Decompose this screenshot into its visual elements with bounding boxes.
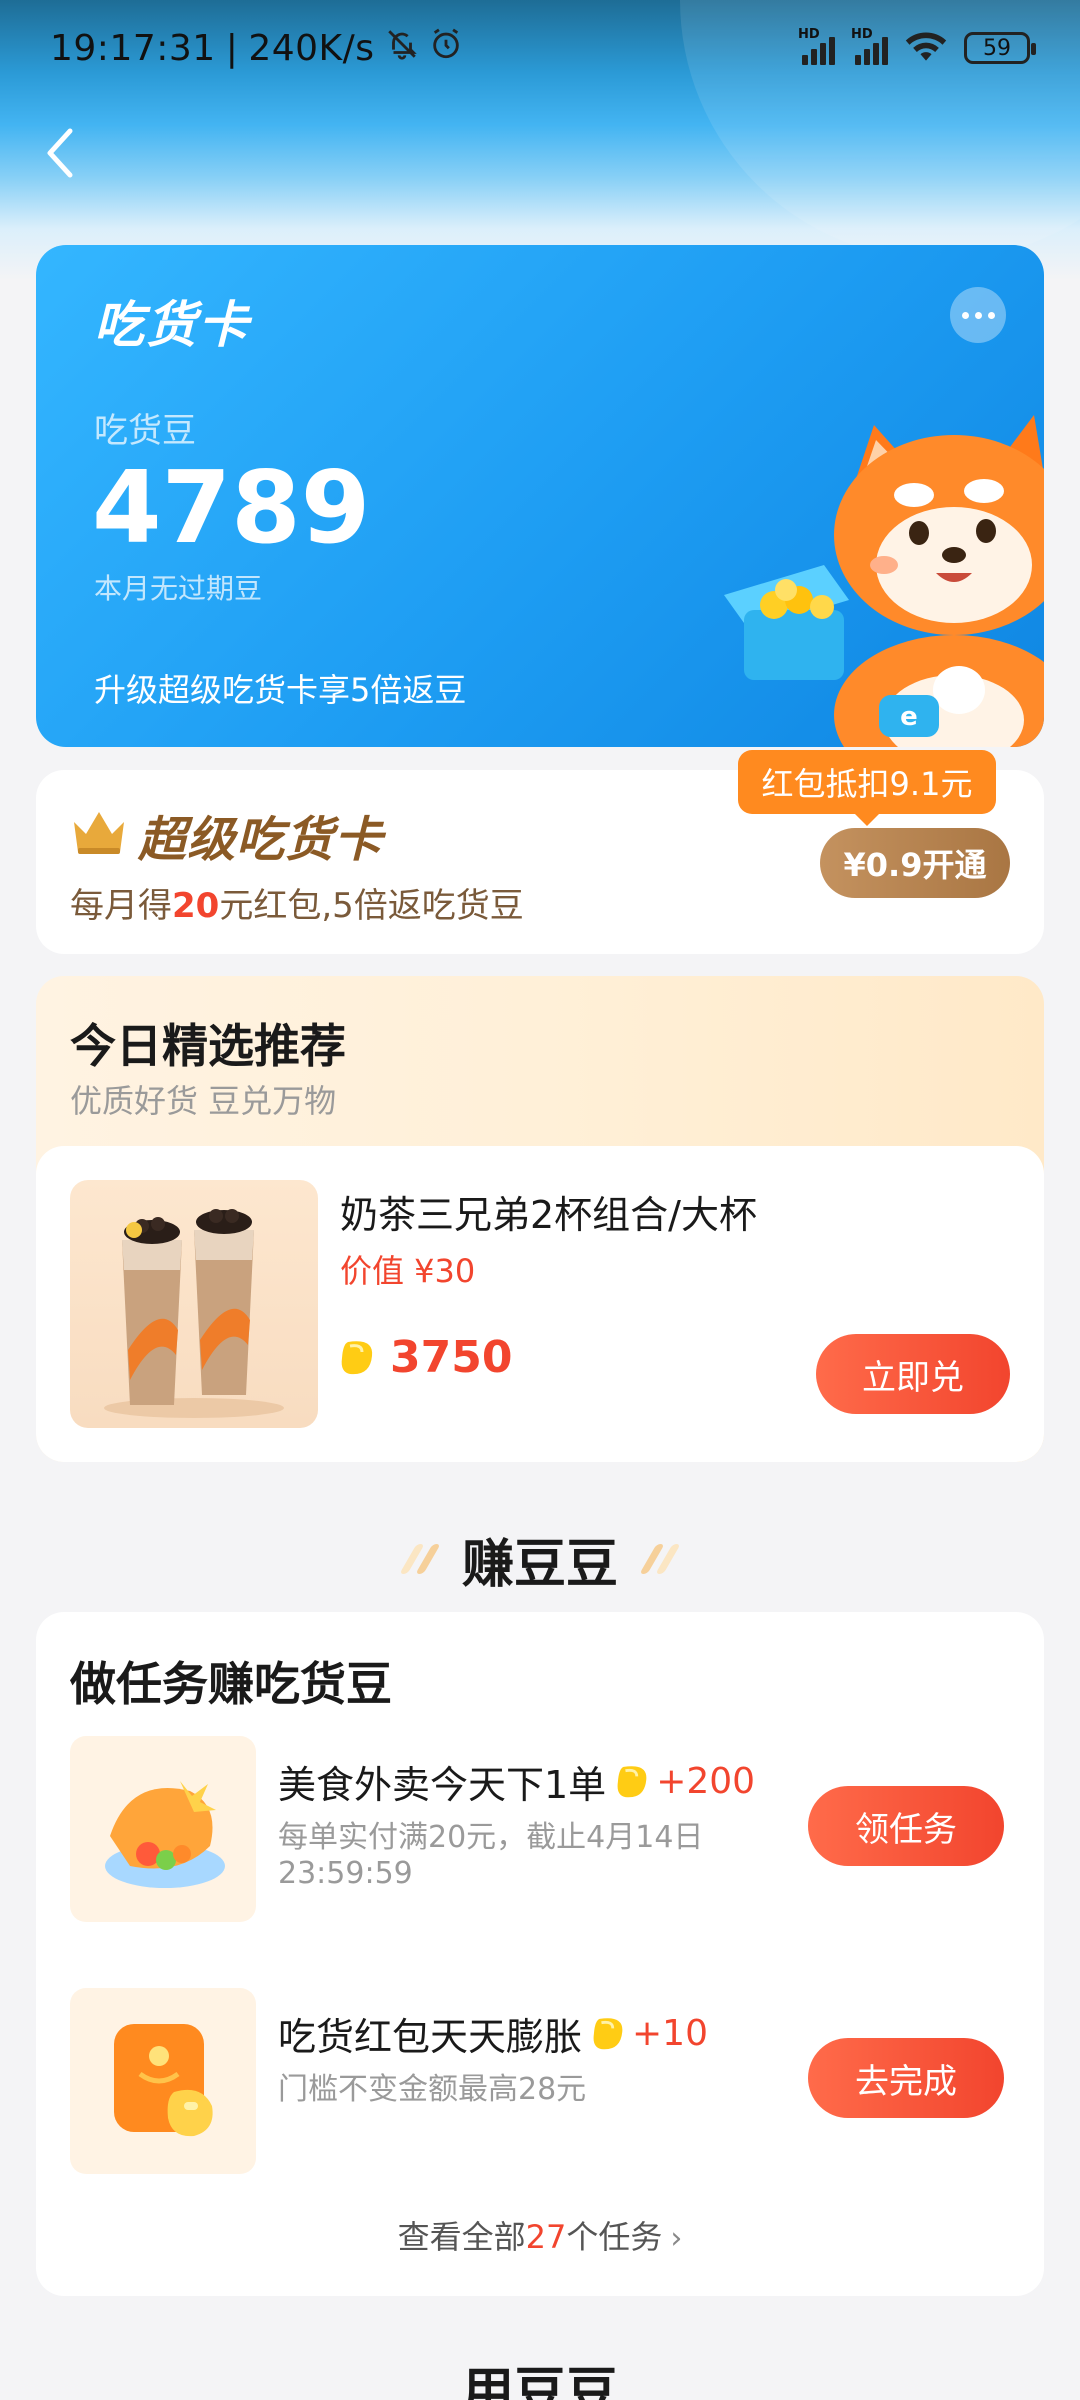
red-packet-icon	[114, 2024, 213, 2137]
task-name: 美食外卖今天下1单 +200	[278, 1754, 755, 1809]
bean-balance: 4789	[92, 449, 371, 566]
view-all-tasks-link[interactable]: 查看全部27个任务 ›	[36, 2212, 1044, 2258]
alarm-icon	[429, 27, 463, 70]
view-all-prefix: 查看全部	[397, 2218, 526, 2256]
product-value: 价值 ¥30	[340, 1252, 476, 1290]
discount-tag: 红包抵扣9.1元	[738, 750, 996, 826]
hd-label-2: HD	[851, 27, 873, 42]
food-card[interactable]: 吃货卡 吃货豆 4789 本月无过期豆 升级超级吃货卡享5倍返豆 e	[36, 245, 1044, 747]
product-price: 3750	[340, 1332, 512, 1383]
upgrade-hint[interactable]: 升级超级吃货卡享5倍返豆	[94, 665, 466, 711]
svg-text:e: e	[900, 702, 918, 732]
task-reward: +200	[616, 1761, 755, 1802]
heading-deco-left	[399, 1544, 441, 1574]
task-desc: 门槛不变金额最高28元	[278, 2072, 587, 2107]
chevron-right-icon: ›	[670, 2221, 683, 2256]
task-desc: 每单实付满20元，截止4月14日23:59:59	[278, 1820, 704, 1891]
task-count: 27	[525, 2218, 567, 2256]
more-icon-dot	[974, 311, 982, 319]
desc-suffix: 元红包,5倍返吃货豆	[219, 886, 524, 926]
heading-deco-right	[639, 1544, 681, 1574]
more-button[interactable]	[950, 287, 1006, 343]
task-reward: +10	[592, 2013, 708, 2054]
recommend-title: 今日精选推荐	[70, 1019, 346, 1073]
task-name: 吃货红包天天膨胀 +10	[278, 2006, 708, 2061]
redeem-button[interactable]: 立即兑	[816, 1334, 1010, 1414]
milk-tea-image	[70, 1180, 318, 1428]
task-section: 做任务赚吃货豆 美食外卖今天下1单 +200 每单实付满20元，截止4月14日2…	[36, 1612, 1044, 2296]
food-delivery-icon	[105, 1781, 225, 1888]
back-button[interactable]	[40, 125, 100, 185]
shiba-mascot-icon: e	[724, 415, 1044, 747]
signal-icon-2: HD	[851, 27, 888, 65]
status-time: 19:17:31	[50, 27, 216, 69]
wifi-icon	[904, 29, 948, 68]
red-packet-image	[70, 1988, 256, 2174]
daily-recommend-section: 今日精选推荐 优质好货 豆兑万物 奶茶三兄弟2杯组合/大杯 价值 ¥30 375…	[36, 976, 1044, 1462]
task-reward-value: +200	[656, 1761, 756, 1802]
bean-icon	[341, 1340, 373, 1374]
task-section-title: 做任务赚吃货豆	[70, 1657, 392, 1711]
network-speed: 240K/s	[248, 27, 375, 69]
status-right: HD HD 59	[798, 27, 1036, 68]
super-card-desc: 每月得20元红包,5倍返吃货豆	[70, 878, 524, 927]
task-reward-value: +10	[632, 2013, 708, 2054]
hd-label: HD	[798, 27, 820, 42]
food-delivery-image	[70, 1736, 256, 1922]
more-icon-dot-3	[987, 311, 995, 319]
signal-icon: HD	[798, 27, 835, 65]
status-left: 19:17:31 | 240K/s	[50, 27, 463, 70]
bell-slash-icon	[385, 27, 419, 70]
earn-title: 赚豆豆	[461, 1534, 618, 1595]
task-title: 美食外卖今天下1单	[278, 1763, 607, 1807]
bean-expiry-note: 本月无过期豆	[94, 572, 263, 605]
desc-highlight: 20	[172, 886, 220, 926]
super-card-title: 超级吃货卡	[138, 812, 384, 868]
bean-label: 吃货豆	[94, 411, 196, 451]
complete-task-button[interactable]: 去完成	[808, 2038, 1004, 2118]
recommend-subtitle: 优质好货 豆兑万物	[70, 1082, 337, 1120]
use-beans-heading: 用豆豆	[461, 2363, 618, 2400]
task-item: 美食外卖今天下1单 +200 每单实付满20元，截止4月14日23:59:59 …	[70, 1736, 1010, 1922]
price-value: 3750	[390, 1332, 513, 1383]
card-title: 吃货卡	[94, 296, 250, 354]
status-bar: 19:17:31 | 240K/s HD HD 59	[0, 0, 1080, 96]
product-card[interactable]: 奶茶三兄弟2杯组合/大杯 价值 ¥30 3750 立即兑	[36, 1146, 1044, 1462]
desc-prefix: 每月得	[70, 886, 172, 926]
status-separator: |	[225, 27, 239, 69]
bean-icon	[593, 2017, 623, 2049]
bean-icon	[617, 1765, 647, 1797]
page: 19:17:31 | 240K/s HD HD 59 吃货卡 吃货豆 4789 …	[0, 0, 1080, 2400]
battery-icon: 59	[964, 32, 1036, 64]
more-icon	[961, 311, 969, 319]
claim-task-button[interactable]: 领任务	[808, 1786, 1004, 1866]
battery-level: 59	[983, 35, 1011, 61]
view-all-suffix: 个任务	[566, 2218, 663, 2256]
chevron-left-icon	[47, 128, 73, 178]
task-title: 吃货红包天天膨胀	[278, 2015, 583, 2059]
earn-heading: 赚豆豆	[0, 1524, 1080, 1595]
milk-tea-icon	[104, 1209, 284, 1418]
product-name: 奶茶三兄弟2杯组合/大杯	[340, 1193, 757, 1237]
open-super-card-button[interactable]: ¥0.9开通	[820, 828, 1010, 898]
crown-icon	[74, 812, 124, 854]
task-item: 吃货红包天天膨胀 +10 门槛不变金额最高28元 去完成	[70, 1988, 1010, 2174]
